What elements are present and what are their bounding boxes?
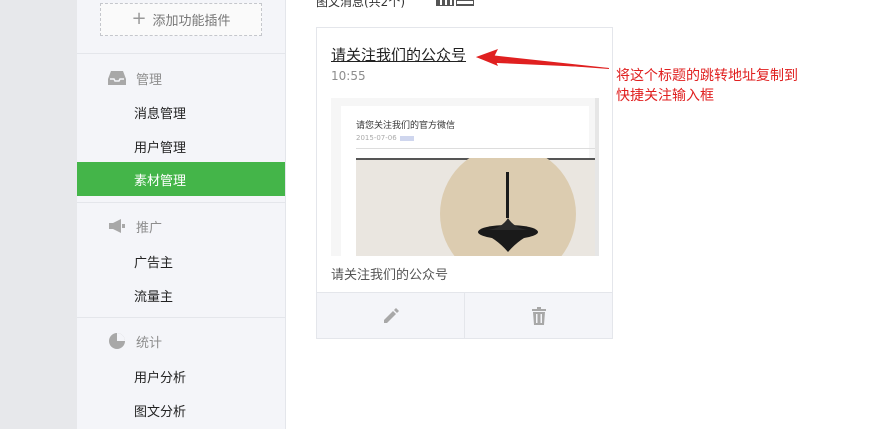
card-time: 10:55 [331, 69, 366, 83]
blurred-text [399, 135, 414, 141]
card-description: 请关注我们的公众号 [331, 268, 449, 283]
card-thumbnail: 请您关注我们的官方微信 2015-07-06 [331, 98, 599, 256]
inbox-icon [107, 69, 127, 87]
article-card[interactable]: 请关注我们的公众号 10:55 请您关注我们的官方微信 2015-07-06 请… [316, 27, 613, 339]
group-label: 管理 [136, 72, 163, 88]
divider [77, 202, 285, 203]
delete-button[interactable] [464, 293, 612, 338]
group-head-promotion: 推广 [107, 214, 162, 238]
annotation-line-1: 将这个标题的跳转地址复制到 [616, 68, 798, 84]
nav-item-user-analysis[interactable]: 用户分析 [77, 359, 285, 393]
card-title-link[interactable]: 请关注我们的公众号 [331, 44, 466, 65]
card-actions [317, 292, 612, 338]
main-content: 图文消息(共2个) 请关注我们的公众号 10:55 请您关注我们的官方微信 20… [286, 0, 889, 429]
group-head-statistics: 统计 [107, 329, 162, 353]
sidebar: + 添加功能插件 管理 消息管理 用户管理 素材管理 推广 广告主 流量主 统计… [77, 0, 286, 429]
view-toggle [436, 0, 474, 6]
group-label: 统计 [136, 335, 163, 351]
spinning-top-image [356, 158, 596, 256]
megaphone-icon [107, 217, 127, 235]
grid-view-icon[interactable] [436, 0, 454, 6]
nav-item-label: 消息管理 [134, 106, 187, 122]
nav-item-article-analysis[interactable]: 图文分析 [77, 393, 285, 427]
nav-item-publisher[interactable]: 流量主 [77, 278, 285, 312]
thumbnail-page: 请您关注我们的官方微信 2015-07-06 [341, 106, 596, 256]
thumbnail-date-text: 2015-07-06 [356, 134, 397, 142]
annotation-line-2: 快捷关注输入框 [616, 88, 714, 104]
add-plugin-button[interactable]: + 添加功能插件 [100, 3, 262, 36]
edit-button[interactable] [317, 293, 464, 338]
annotation-note: 将这个标题的跳转地址复制到 快捷关注输入框 [616, 66, 846, 106]
nav-item-label: 用户管理 [134, 140, 187, 156]
divider [77, 53, 285, 54]
thumbnail-title: 请您关注我们的官方微信 [356, 121, 456, 131]
group-head-manage: 管理 [107, 66, 162, 90]
nav-item-material-manage[interactable]: 素材管理 [77, 162, 285, 196]
nav-item-label: 图文分析 [134, 404, 187, 420]
nav-item-message-manage[interactable]: 消息管理 [77, 95, 285, 129]
trash-icon [531, 306, 546, 325]
list-header: 图文消息(共2个) [316, 0, 405, 9]
plus-icon: + [131, 7, 147, 29]
thumbnail-divider [356, 148, 596, 149]
nav-item-user-manage[interactable]: 用户管理 [77, 129, 285, 163]
group-label: 推广 [136, 220, 163, 236]
nav-item-label: 流量主 [134, 289, 174, 305]
nav-item-label: 素材管理 [134, 173, 187, 189]
divider [77, 317, 285, 318]
pie-chart-icon [107, 332, 127, 350]
pencil-icon [383, 307, 399, 323]
left-gutter [0, 0, 77, 429]
list-view-icon[interactable] [456, 0, 474, 6]
nav-item-label: 用户分析 [134, 370, 187, 386]
add-plugin-label: 添加功能插件 [152, 14, 231, 29]
nav-item-label: 广告主 [134, 255, 174, 271]
spinning-top-icon [478, 172, 538, 252]
nav-item-advertiser[interactable]: 广告主 [77, 244, 285, 278]
thumbnail-scrollbar [595, 98, 599, 256]
thumbnail-date: 2015-07-06 [356, 134, 414, 142]
